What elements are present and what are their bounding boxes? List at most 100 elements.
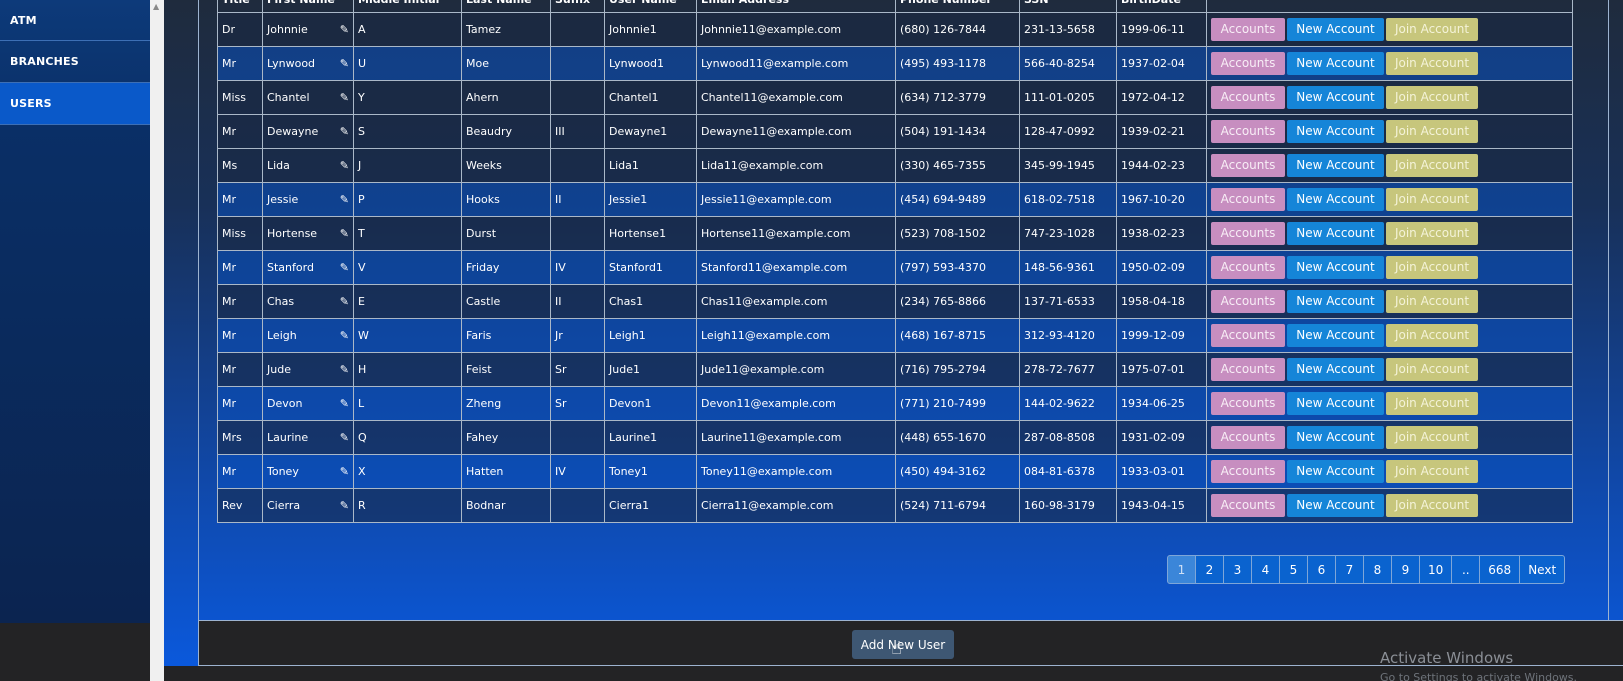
page-link[interactable]: 3 xyxy=(1223,555,1252,584)
page-link[interactable]: 6 xyxy=(1307,555,1336,584)
cell-middle-initial: A xyxy=(353,12,462,47)
page-link[interactable]: 7 xyxy=(1335,555,1364,584)
edit-icon[interactable]: ✎ xyxy=(340,56,349,69)
new-account-button[interactable]: New Account xyxy=(1287,392,1384,415)
accounts-button[interactable]: Accounts xyxy=(1211,52,1285,75)
column-header-suffix[interactable]: Suffix xyxy=(550,0,605,13)
new-account-button[interactable]: New Account xyxy=(1287,154,1384,177)
new-account-button[interactable]: New Account xyxy=(1287,358,1384,381)
cell-ssn: 312-93-4120 xyxy=(1019,318,1117,353)
join-account-button[interactable]: Join Account xyxy=(1386,324,1478,347)
accounts-button[interactable]: Accounts xyxy=(1211,256,1285,279)
add-new-user-button[interactable]: Add New User xyxy=(852,630,954,659)
new-account-button[interactable]: New Account xyxy=(1287,86,1384,109)
new-account-button[interactable]: New Account xyxy=(1287,494,1384,517)
cell-title: Dr xyxy=(217,12,263,47)
join-account-button[interactable]: Join Account xyxy=(1386,358,1478,381)
edit-icon[interactable]: ✎ xyxy=(340,260,349,273)
accounts-button[interactable]: Accounts xyxy=(1211,426,1285,449)
accounts-button[interactable]: Accounts xyxy=(1211,460,1285,483)
page-link[interactable]: 1 xyxy=(1167,555,1196,584)
edit-icon[interactable]: ✎ xyxy=(340,124,349,137)
column-header-title[interactable]: Title xyxy=(217,0,263,13)
edit-icon[interactable]: ✎ xyxy=(340,464,349,477)
edit-icon[interactable]: ✎ xyxy=(340,498,349,511)
edit-icon[interactable]: ✎ xyxy=(340,294,349,307)
cell-middle-initial: V xyxy=(353,250,462,285)
accounts-button[interactable]: Accounts xyxy=(1211,290,1285,313)
join-account-button[interactable]: Join Account xyxy=(1386,222,1478,245)
accounts-button[interactable]: Accounts xyxy=(1211,222,1285,245)
edit-icon[interactable]: ✎ xyxy=(340,396,349,409)
edit-icon[interactable]: ✎ xyxy=(340,192,349,205)
column-header-email[interactable]: Email Address xyxy=(696,0,896,13)
cell-actions: Accounts New Account Join Account xyxy=(1206,80,1573,115)
cell-birthdate: 1937-02-04 xyxy=(1116,46,1207,81)
join-account-button[interactable]: Join Account xyxy=(1386,494,1478,517)
next-page-button[interactable]: Next xyxy=(1519,555,1566,584)
column-header-middle-initial[interactable]: Middle Initial xyxy=(353,0,462,13)
join-account-button[interactable]: Join Account xyxy=(1386,86,1478,109)
join-account-button[interactable]: Join Account xyxy=(1386,154,1478,177)
edit-icon[interactable]: ✎ xyxy=(340,226,349,239)
new-account-button[interactable]: New Account xyxy=(1287,222,1384,245)
column-header-user-name[interactable]: User Name xyxy=(604,0,697,13)
page-link[interactable]: 668 xyxy=(1479,555,1521,584)
page-link[interactable]: 5 xyxy=(1279,555,1308,584)
page-link[interactable]: 8 xyxy=(1363,555,1392,584)
page-link[interactable]: 2 xyxy=(1195,555,1224,584)
sidebar-item-label: BRANCHES xyxy=(10,55,79,68)
edit-icon[interactable]: ✎ xyxy=(340,22,349,35)
join-account-button[interactable]: Join Account xyxy=(1386,460,1478,483)
page-link[interactable]: 9 xyxy=(1391,555,1420,584)
sidebar-item-users[interactable]: USERS xyxy=(0,83,150,125)
new-account-button[interactable]: New Account xyxy=(1287,188,1384,211)
accounts-button[interactable]: Accounts xyxy=(1211,120,1285,143)
join-account-button[interactable]: Join Account xyxy=(1386,426,1478,449)
accounts-button[interactable]: Accounts xyxy=(1211,86,1285,109)
table-row: Mr Dewayne ✎ S Beaudry III Dewayne1 Dewayne11@e… xyxy=(217,114,1573,149)
sidebar-item-atm[interactable]: ATM xyxy=(0,0,150,41)
join-account-button[interactable]: Join Account xyxy=(1386,290,1478,313)
join-account-button[interactable]: Join Account xyxy=(1386,256,1478,279)
edit-icon[interactable]: ✎ xyxy=(340,158,349,171)
page-link[interactable]: .. xyxy=(1451,555,1481,584)
new-account-button[interactable]: New Account xyxy=(1287,460,1384,483)
new-account-button[interactable]: New Account xyxy=(1287,426,1384,449)
new-account-button[interactable]: New Account xyxy=(1287,324,1384,347)
edit-icon[interactable]: ✎ xyxy=(340,90,349,103)
new-account-button[interactable]: New Account xyxy=(1287,18,1384,41)
accounts-button[interactable]: Accounts xyxy=(1211,154,1285,177)
join-account-button[interactable]: Join Account xyxy=(1386,120,1478,143)
new-account-button[interactable]: New Account xyxy=(1287,52,1384,75)
cell-email: Leigh11@example.com xyxy=(696,318,896,353)
page-link[interactable]: 10 xyxy=(1419,555,1453,584)
edit-icon[interactable]: ✎ xyxy=(340,328,349,341)
accounts-button[interactable]: Accounts xyxy=(1211,392,1285,415)
page-link[interactable]: 4 xyxy=(1251,555,1280,584)
new-account-button[interactable]: New Account xyxy=(1287,290,1384,313)
column-header-birthdate[interactable]: BirthDate xyxy=(1116,0,1207,13)
accounts-button[interactable]: Accounts xyxy=(1211,18,1285,41)
join-account-button[interactable]: Join Account xyxy=(1386,52,1478,75)
join-account-button[interactable]: Join Account xyxy=(1386,188,1478,211)
column-header-first-name[interactable]: First Name xyxy=(262,0,354,13)
accounts-button[interactable]: Accounts xyxy=(1211,324,1285,347)
accounts-button[interactable]: Accounts xyxy=(1211,358,1285,381)
cell-first-name: Laurine ✎ xyxy=(262,420,354,455)
edit-icon[interactable]: ✎ xyxy=(340,430,349,443)
new-account-button[interactable]: New Account xyxy=(1287,256,1384,279)
edit-icon[interactable]: ✎ xyxy=(340,362,349,375)
join-account-button[interactable]: Join Account xyxy=(1386,18,1478,41)
column-header-phone[interactable]: Phone Number xyxy=(895,0,1020,13)
accounts-button[interactable]: Accounts xyxy=(1211,494,1285,517)
sidebar-scrollbar[interactable]: ▲ xyxy=(150,0,164,681)
accounts-button[interactable]: Accounts xyxy=(1211,188,1285,211)
column-header-last-name[interactable]: Last Name xyxy=(461,0,551,13)
new-account-button[interactable]: New Account xyxy=(1287,120,1384,143)
column-header-ssn[interactable]: SSN xyxy=(1019,0,1117,13)
sidebar-item-branches[interactable]: BRANCHES xyxy=(0,41,150,83)
cell-ssn: 287-08-8508 xyxy=(1019,420,1117,455)
scroll-up-icon[interactable]: ▲ xyxy=(153,2,159,11)
join-account-button[interactable]: Join Account xyxy=(1386,392,1478,415)
